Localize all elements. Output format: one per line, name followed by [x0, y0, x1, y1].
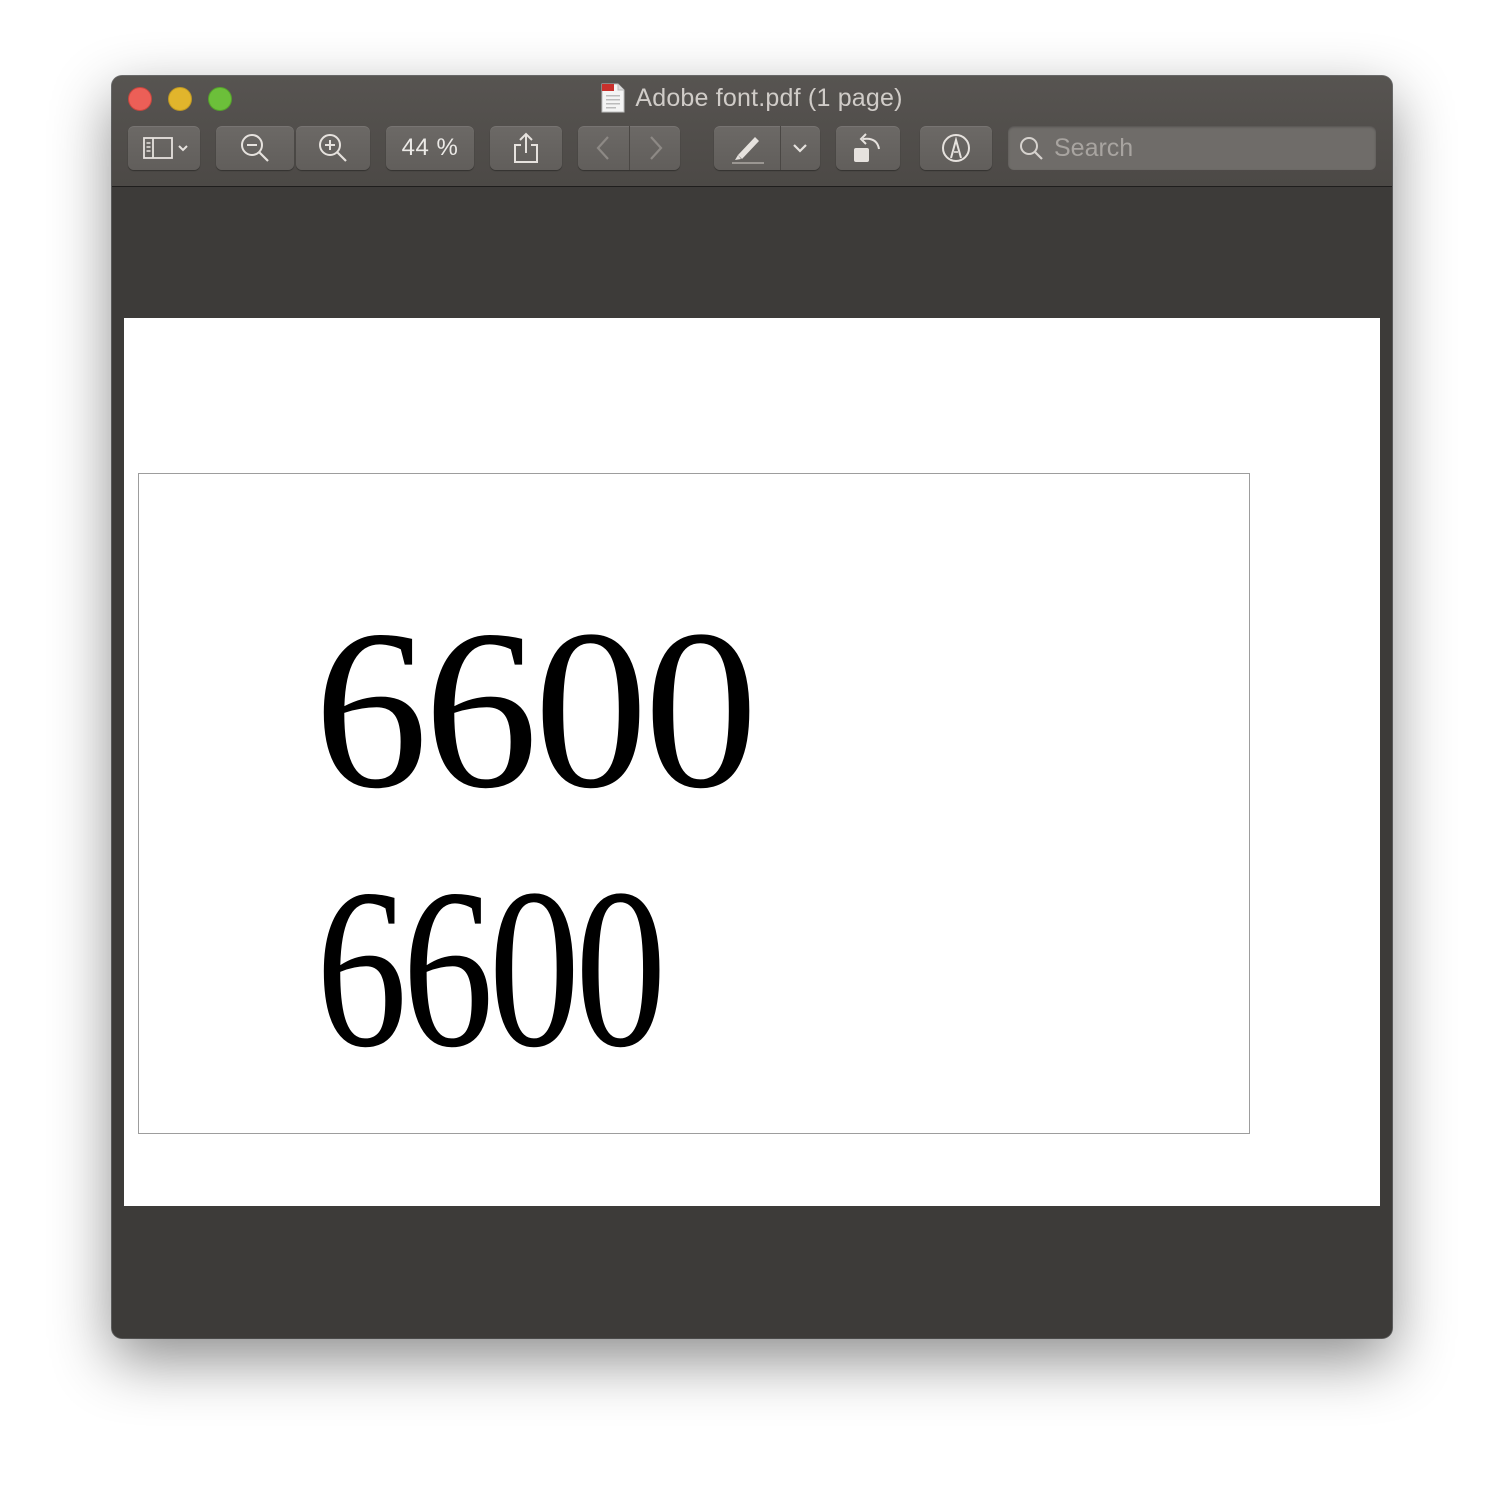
search-field[interactable]: [1008, 126, 1376, 170]
zoom-level-field[interactable]: 44 %: [386, 126, 474, 170]
zoom-level-label: 44 %: [401, 134, 459, 161]
previous-page-button[interactable]: [578, 126, 629, 170]
page-nav-control: [578, 126, 680, 170]
sidebar-icon: [143, 137, 188, 159]
titlebar: Adobe font.pdf (1 page) 44 % Search: [112, 76, 1392, 187]
pdf-page: 6600 6600: [124, 318, 1380, 1206]
rotate-button[interactable]: [836, 126, 900, 170]
rotate-left-icon: [854, 133, 880, 162]
zoom-out-icon: [241, 134, 269, 162]
window-title-area: Adobe font.pdf (1 page): [112, 80, 1392, 116]
number-line-2: 6600: [316, 843, 666, 1095]
markup-button[interactable]: [920, 126, 992, 170]
share-icon: [514, 132, 538, 163]
window-title: Adobe font.pdf (1 page): [635, 83, 903, 112]
markup-icon: [942, 134, 970, 162]
chevron-left-icon: [596, 136, 609, 160]
nav-divider: [629, 126, 630, 170]
document-area[interactable]: 6600 6600: [112, 187, 1392, 1338]
search-input[interactable]: [1052, 132, 1356, 164]
highlight-control: [714, 126, 820, 170]
zoom-in-icon: [319, 134, 347, 162]
chevron-right-icon: [649, 136, 662, 160]
share-button[interactable]: [490, 126, 562, 170]
highlight-options-button[interactable]: [780, 126, 820, 170]
zoom-in-button[interactable]: [296, 126, 370, 170]
chevron-down-icon: [793, 144, 807, 153]
highlight-pen-icon: [732, 137, 764, 164]
highlight-button[interactable]: [714, 126, 780, 170]
zoom-out-button[interactable]: [216, 126, 294, 170]
preview-window: Adobe font.pdf (1 page) 44 % Search 6600…: [112, 76, 1392, 1338]
number-line-1: 6600: [314, 584, 758, 836]
highlight-divider: [780, 126, 781, 170]
search-icon: [1020, 137, 1043, 160]
pdf-document-icon: [601, 83, 625, 113]
next-page-button[interactable]: [629, 126, 680, 170]
sidebar-toggle-button[interactable]: [128, 126, 200, 170]
